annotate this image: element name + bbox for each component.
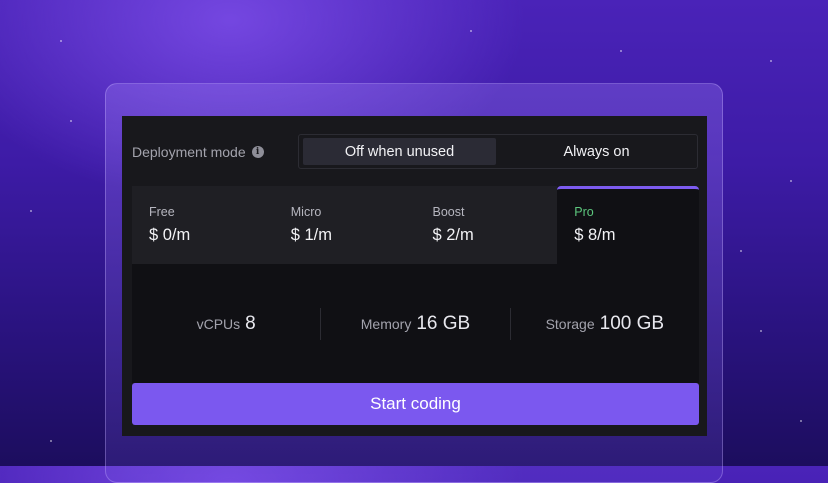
spec-storage: Storage 100 GB [511,313,699,335]
tier-price: $ 1/m [290,226,333,244]
tier-free[interactable]: Free $ 0/m [132,186,274,264]
start-coding-button[interactable]: Start coding [132,383,699,425]
tier-price: $ 8/m [574,226,616,244]
deployment-mode-row: Deployment mode i Off when unused Always… [122,134,707,170]
spec-memory: Memory 16 GB [321,313,509,335]
spec-label: Memory [360,315,412,332]
option-always-on[interactable]: Always on [500,138,693,165]
tier-micro[interactable]: Micro $ 1/m [273,186,416,264]
tier-name: Pro [574,205,594,219]
plan-specs: vCPUs 8 Memory 16 GB Storage 100 GB [132,264,699,383]
pricing-panel: Deployment mode i Off when unused Always… [122,116,707,436]
spec-value: 100 GB [599,312,665,334]
tier-price: $ 0/m [149,226,191,244]
deployment-mode-label: Deployment mode i [132,134,264,170]
tier-name: Free [149,205,175,219]
deployment-mode-text: Deployment mode [132,144,246,160]
option-off-when-unused[interactable]: Off when unused [303,138,496,165]
tier-boost[interactable]: Boost $ 2/m [415,186,558,264]
spec-value: 16 GB [416,312,471,334]
plan-tiers: Free $ 0/m Micro $ 1/m Boost $ 2/m Pro $… [132,186,699,264]
tier-name: Micro [290,205,322,219]
info-icon[interactable]: i [251,146,264,158]
spec-vcpus: vCPUs 8 [132,313,320,335]
spec-label: Storage [545,315,595,332]
spec-label: vCPUs [196,315,241,332]
tier-name: Boost [432,205,465,219]
tier-pro[interactable]: Pro $ 8/m [557,186,699,264]
spec-value: 8 [245,312,256,334]
deployment-mode-toggle: Off when unused Always on [298,134,698,169]
tier-price: $ 2/m [432,226,474,244]
